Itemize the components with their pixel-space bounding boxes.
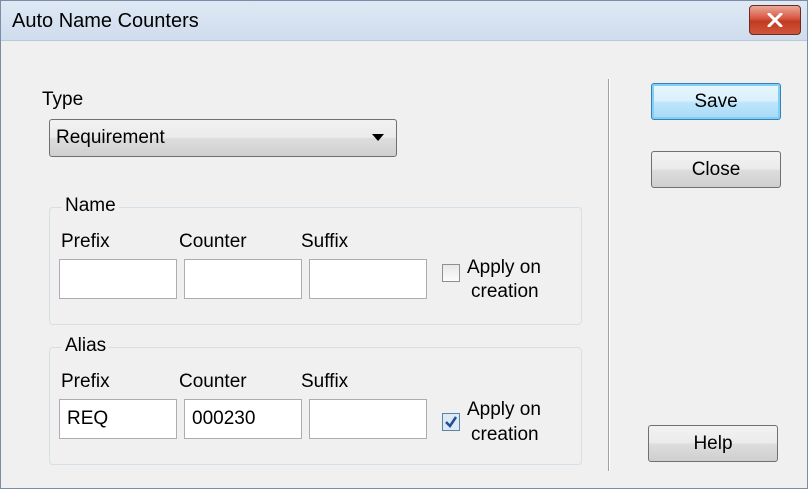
name-apply-label-line1: Apply on	[467, 257, 541, 278]
type-dropdown[interactable]: Requirement	[49, 119, 397, 157]
vertical-separator	[608, 79, 610, 471]
name-prefix-label: Prefix	[61, 231, 110, 252]
chevron-down-icon	[372, 134, 384, 141]
checkmark-icon	[445, 416, 458, 428]
alias-group-legend: Alias	[62, 335, 110, 357]
close-icon	[767, 13, 783, 27]
alias-counter-input[interactable]	[184, 399, 302, 439]
name-counter-label: Counter	[179, 231, 247, 252]
help-button[interactable]: Help	[648, 425, 778, 462]
alias-suffix-label: Suffix	[301, 371, 349, 392]
alias-suffix-input[interactable]	[309, 399, 427, 439]
name-group-legend: Name	[62, 195, 119, 217]
alias-apply-label-line2: creation	[471, 424, 539, 445]
alias-counter-label: Counter	[179, 371, 247, 392]
save-button[interactable]: Save	[651, 83, 781, 120]
close-button[interactable]: Close	[651, 151, 781, 188]
name-prefix-input[interactable]	[59, 259, 177, 299]
alias-apply-checkbox[interactable]	[442, 413, 460, 431]
title-bar[interactable]: Auto Name Counters	[1, 1, 807, 41]
type-selected-value: Requirement	[56, 127, 165, 148]
name-counter-input[interactable]	[184, 259, 302, 299]
name-suffix-label: Suffix	[301, 231, 349, 252]
name-suffix-input[interactable]	[309, 259, 427, 299]
name-apply-checkbox[interactable]	[442, 264, 460, 282]
alias-apply-label-line1: Apply on	[467, 399, 541, 420]
alias-prefix-label: Prefix	[61, 371, 110, 392]
name-apply-label-line2: creation	[471, 281, 539, 302]
dialog-window: Auto Name Counters Type Requirement Name…	[0, 0, 808, 489]
window-close-button[interactable]	[749, 5, 801, 35]
alias-prefix-input[interactable]	[59, 399, 177, 439]
type-label: Type	[42, 89, 84, 110]
window-title: Auto Name Counters	[12, 10, 199, 32]
